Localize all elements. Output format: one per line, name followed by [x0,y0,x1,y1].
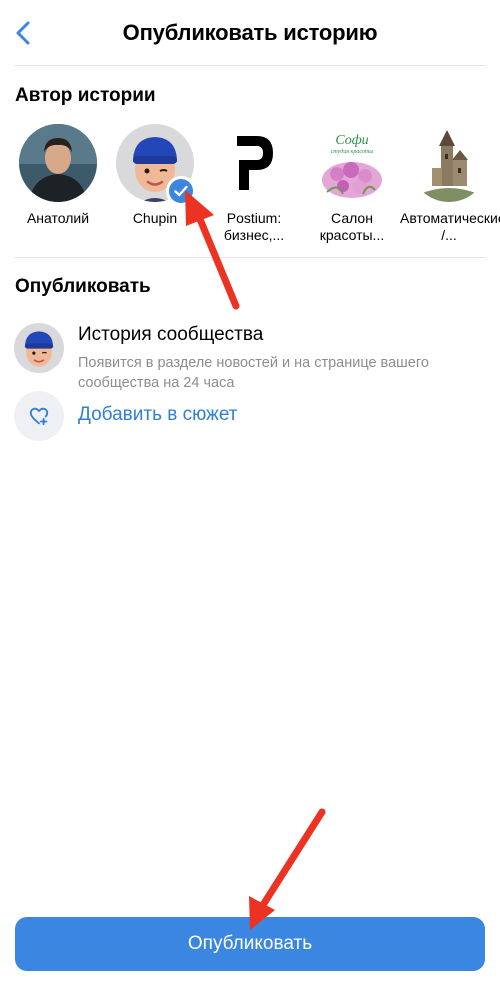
avatar: Софи студия красоты [313,124,391,202]
salon-logo-text: Софи [335,133,368,148]
author-name: Анатолий [26,210,90,226]
avatar [14,323,64,373]
add-to-plot-option[interactable]: Добавить в сюжет [14,391,486,441]
heart-plus-icon [29,407,49,426]
postium-logo-icon [215,124,293,202]
avatar [215,124,293,202]
checkmark-icon [174,185,188,197]
publish-button[interactable]: Опубликовать [15,917,485,971]
author-item-postium[interactable]: Postium: бизнес,... [205,124,303,244]
header: Опубликовать историю [0,0,500,66]
author-section-title: Автор истории [15,85,156,106]
author-name: Салон красоты... [319,210,385,243]
community-story-title: История сообщества [78,324,264,345]
page-title: Опубликовать историю [122,20,378,45]
community-story-description: Появится в разделе новостей и на страниц… [78,355,429,391]
arrow-to-publish-icon [249,808,326,930]
avatar [410,124,488,202]
header-divider [14,65,486,66]
add-to-plot-icon [14,391,64,441]
avatar [19,124,97,202]
author-name: Postium: бизнес,... [223,210,285,243]
author-name: Автоматические /... [400,210,500,243]
author-item-automatic[interactable]: Автоматические /... [400,124,500,244]
author-name: Chupin [132,210,178,226]
author-item-chupin[interactable]: Chupin [106,124,204,227]
community-story-option[interactable]: История сообщества Появится в разделе но… [14,323,486,391]
add-to-plot-label: Добавить в сюжет [78,404,238,425]
publish-section-title: Опубликовать [15,276,151,297]
author-item-salon[interactable]: Софи студия красоты Салон красоты... [303,124,401,244]
salon-logo-subtext: студия красоты [331,148,374,155]
author-item-anatoly[interactable]: Анатолий [9,124,107,227]
section-divider [14,257,486,258]
author-list: Анатолий Chupin Postium: бизнес,... Софи… [0,124,500,244]
selected-check-badge [166,176,196,206]
